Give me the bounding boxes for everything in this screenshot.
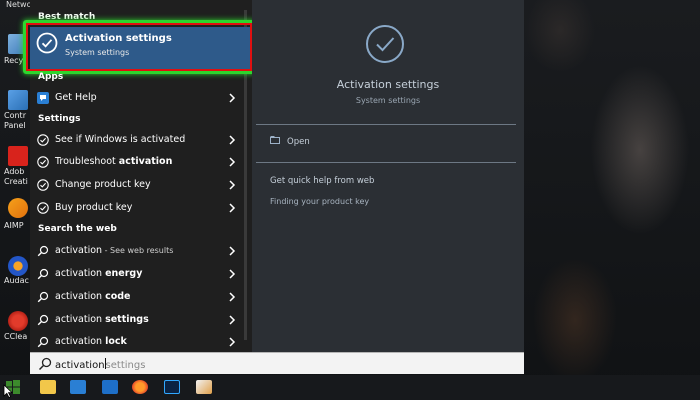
chevron-right-icon[interactable] [227,291,237,303]
search-typed-text: activation [55,360,105,371]
search-icon [37,336,49,348]
chevron-right-icon[interactable] [227,92,237,104]
settings-item-change-product-key[interactable]: Change product key [30,175,244,195]
chevron-right-icon[interactable] [227,314,237,326]
settings-item-label: Buy product key [55,202,133,213]
web-result-activation-code[interactable]: activation code [30,287,244,307]
settings-item-see-if-activated[interactable]: See if Windows is activated [30,130,244,150]
settings-item-label: Troubleshoot activation [55,156,173,167]
circle-check-icon [36,32,58,54]
circle-check-icon [37,156,49,168]
circle-check-icon [37,179,49,191]
web-result-activation-settings[interactable]: activation settings [30,310,244,330]
mouse-cursor-icon [3,384,13,398]
search-icon [37,314,49,326]
firefox-icon[interactable] [132,380,148,394]
preview-help-link[interactable]: Finding your product key [270,197,369,206]
search-icon [37,291,49,303]
best-match-title: Activation settings [65,33,172,44]
search-icon [37,245,49,257]
open-window-icon[interactable] [270,136,280,144]
search-input[interactable]: activationsettings [55,358,145,371]
search-autocomplete-ghost: settings [105,360,146,371]
file-explorer-icon[interactable] [40,380,56,394]
preview-help-heading: Get quick help from web [270,176,375,186]
preview-divider [256,162,516,163]
web-result-activation-energy[interactable]: activation energy [30,264,244,284]
highlight-red-frame [26,23,252,71]
mail-icon[interactable] [70,380,86,394]
app-item-get-help[interactable]: Get Help [30,88,244,108]
aimp-icon[interactable] [8,198,28,218]
search-icon [37,268,49,280]
circle-check-icon [37,134,49,146]
settings-item-label: Change product key [55,179,151,190]
chevron-right-icon[interactable] [227,336,237,348]
web-result-label: activation energy [55,268,143,279]
adobe-creative-cloud-icon[interactable] [8,146,28,166]
control-panel-icon[interactable] [8,90,28,110]
web-result-activation[interactable]: activation - See web results [30,241,244,261]
search-icon [38,357,52,371]
circle-check-icon [37,202,49,214]
circle-check-icon [366,25,404,63]
preview-title: Activation settings [336,78,440,91]
web-result-activation-lock[interactable]: activation lock [30,332,244,352]
settings-item-label: See if Windows is activated [55,134,186,145]
get-help-icon [37,92,49,104]
settings-item-buy-product-key[interactable]: Buy product key [30,198,244,218]
preview-divider [256,124,516,125]
preview-open-action[interactable]: Open [287,137,310,147]
web-result-label: activation lock [55,336,127,347]
chevron-right-icon[interactable] [227,202,237,214]
app-icon[interactable] [196,380,212,394]
search-web-heading: Search the web [38,224,117,234]
ccleaner-icon[interactable] [8,311,28,331]
settings-heading: Settings [38,114,81,124]
web-result-label: activation settings [55,314,149,325]
apps-heading: Apps [38,72,64,82]
photoshop-icon[interactable] [164,380,180,394]
app-item-label: Get Help [55,92,97,103]
chevron-right-icon[interactable] [227,268,237,280]
settings-item-troubleshoot-activation[interactable]: Troubleshoot activation [30,152,244,172]
search-box[interactable]: activationsettings [30,352,524,374]
chevron-right-icon[interactable] [227,156,237,168]
preview-subtitle: System settings [355,96,421,105]
audacity-icon[interactable] [8,256,28,276]
web-result-label: activation - See web results [55,245,174,256]
best-match-subtitle: System settings [65,48,130,57]
chevron-right-icon[interactable] [227,245,237,257]
store-icon[interactable] [102,380,118,394]
chevron-right-icon[interactable] [227,179,237,191]
chevron-right-icon[interactable] [227,134,237,146]
web-result-label: activation code [55,291,131,302]
